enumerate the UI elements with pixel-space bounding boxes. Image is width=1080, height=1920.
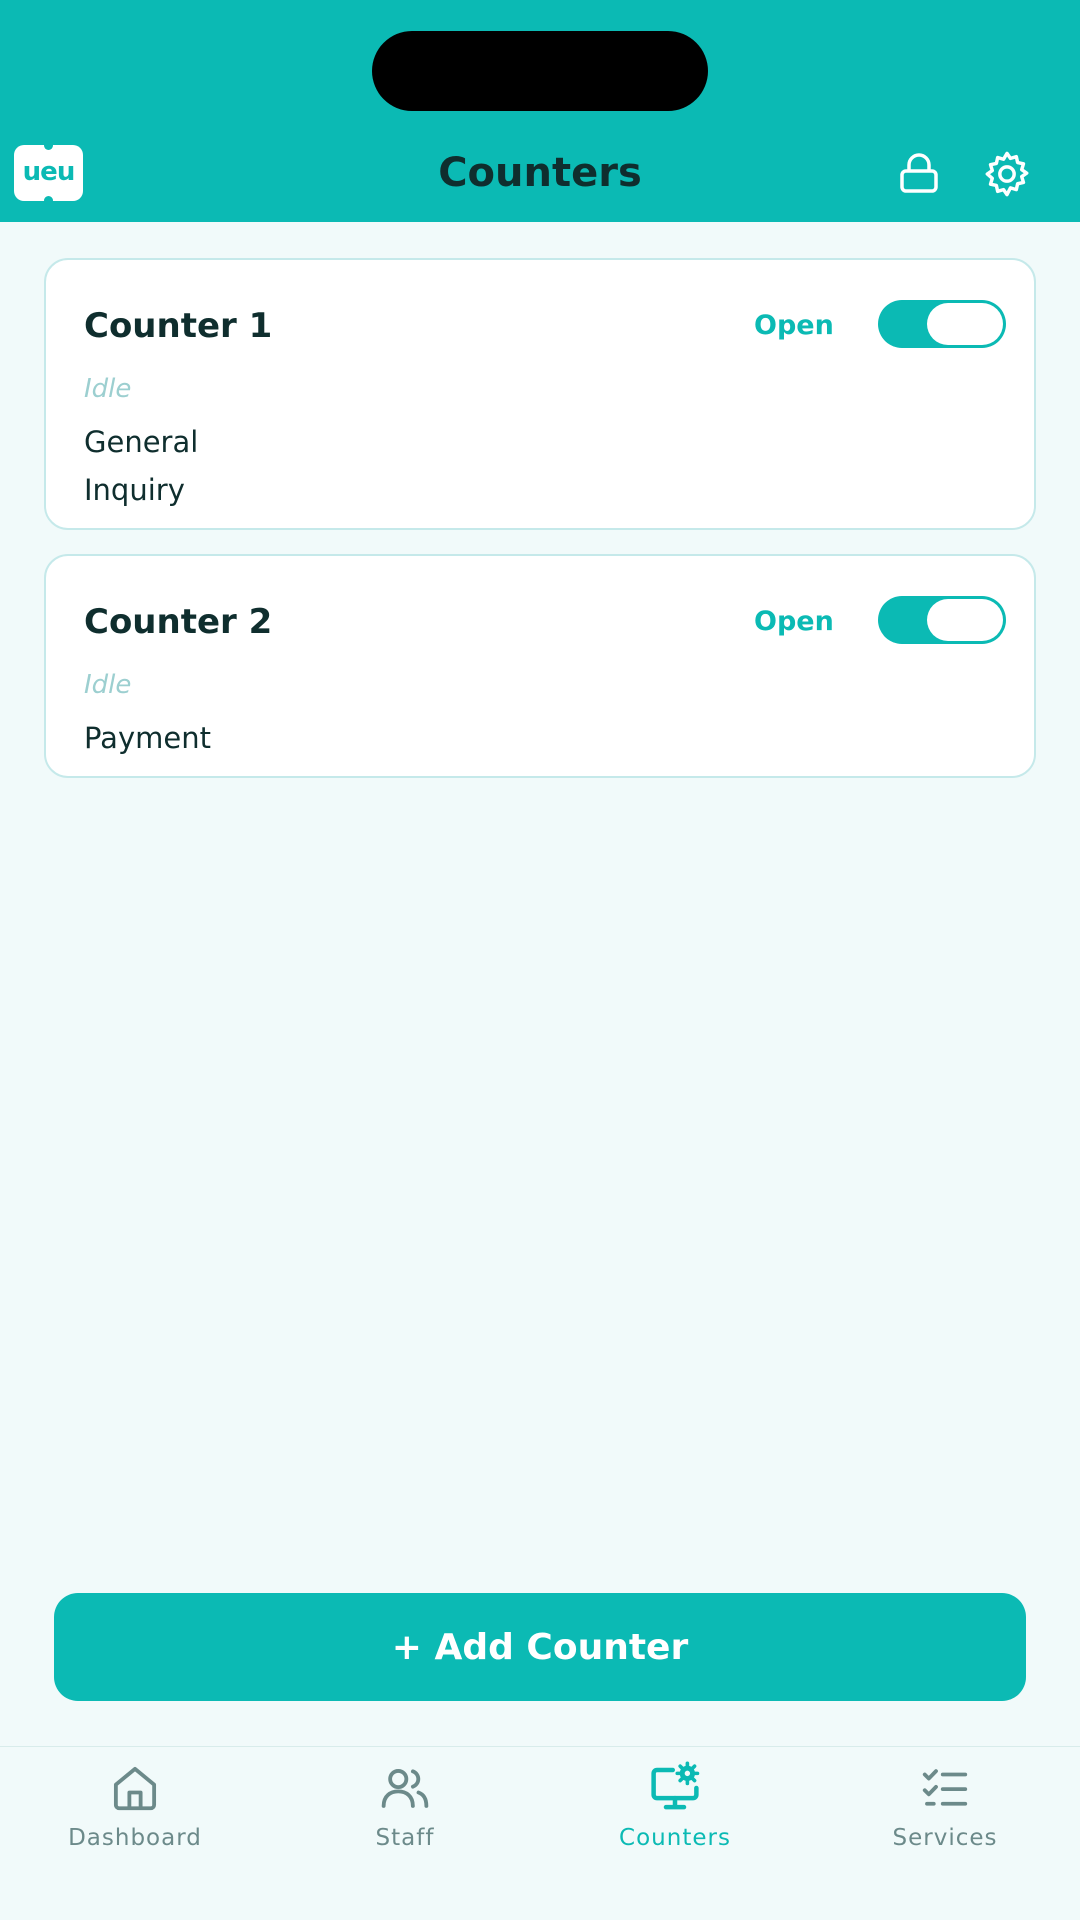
lock-icon [900, 153, 938, 193]
counter-status: Idle [84, 374, 132, 404]
bottom-nav: Dashboard Staff Counters Services [0, 1746, 1080, 1920]
settings-button[interactable] [981, 148, 1033, 200]
counter-state-label: Open [754, 606, 834, 637]
users-icon [378, 1761, 432, 1815]
toggle-knob [927, 303, 1003, 345]
counter-state-label: Open [754, 310, 834, 341]
counters-screen: ueu Counters Counter 1 Open Idle General… [0, 0, 1080, 1920]
service-name: General [84, 425, 199, 459]
nav-label: Counters [619, 1825, 731, 1851]
nav-item-dashboard[interactable]: Dashboard [0, 1747, 270, 1920]
nav-label: Services [892, 1825, 998, 1851]
counter-open-toggle[interactable] [878, 300, 1006, 348]
counter-open-toggle[interactable] [878, 596, 1006, 644]
toggle-knob [927, 599, 1003, 641]
nav-label: Dashboard [68, 1825, 202, 1851]
home-icon [108, 1761, 162, 1815]
nav-item-services[interactable]: Services [810, 1747, 1080, 1920]
camera-notch [372, 31, 708, 111]
counter-name: Counter 1 [84, 306, 273, 346]
monitor-gear-icon [648, 1761, 702, 1815]
checklist-icon [918, 1761, 972, 1815]
counter-status: Idle [84, 670, 132, 700]
nav-item-staff[interactable]: Staff [270, 1747, 540, 1920]
counter-services: Payment [84, 714, 211, 762]
gear-icon [985, 151, 1029, 197]
counter-card[interactable]: Counter 2 Open Idle Payment [44, 554, 1036, 778]
counter-name: Counter 2 [84, 602, 273, 642]
nav-label: Staff [375, 1825, 435, 1851]
service-name: Payment [84, 721, 211, 755]
app-header: ueu Counters [0, 0, 1080, 222]
add-counter-button[interactable]: + Add Counter [54, 1593, 1026, 1701]
nav-item-counters[interactable]: Counters [540, 1747, 810, 1920]
counter-services: General Inquiry [84, 418, 198, 514]
counter-card[interactable]: Counter 1 Open Idle General Inquiry [44, 258, 1036, 530]
service-name: Inquiry [84, 473, 185, 507]
lock-button[interactable] [893, 148, 945, 200]
